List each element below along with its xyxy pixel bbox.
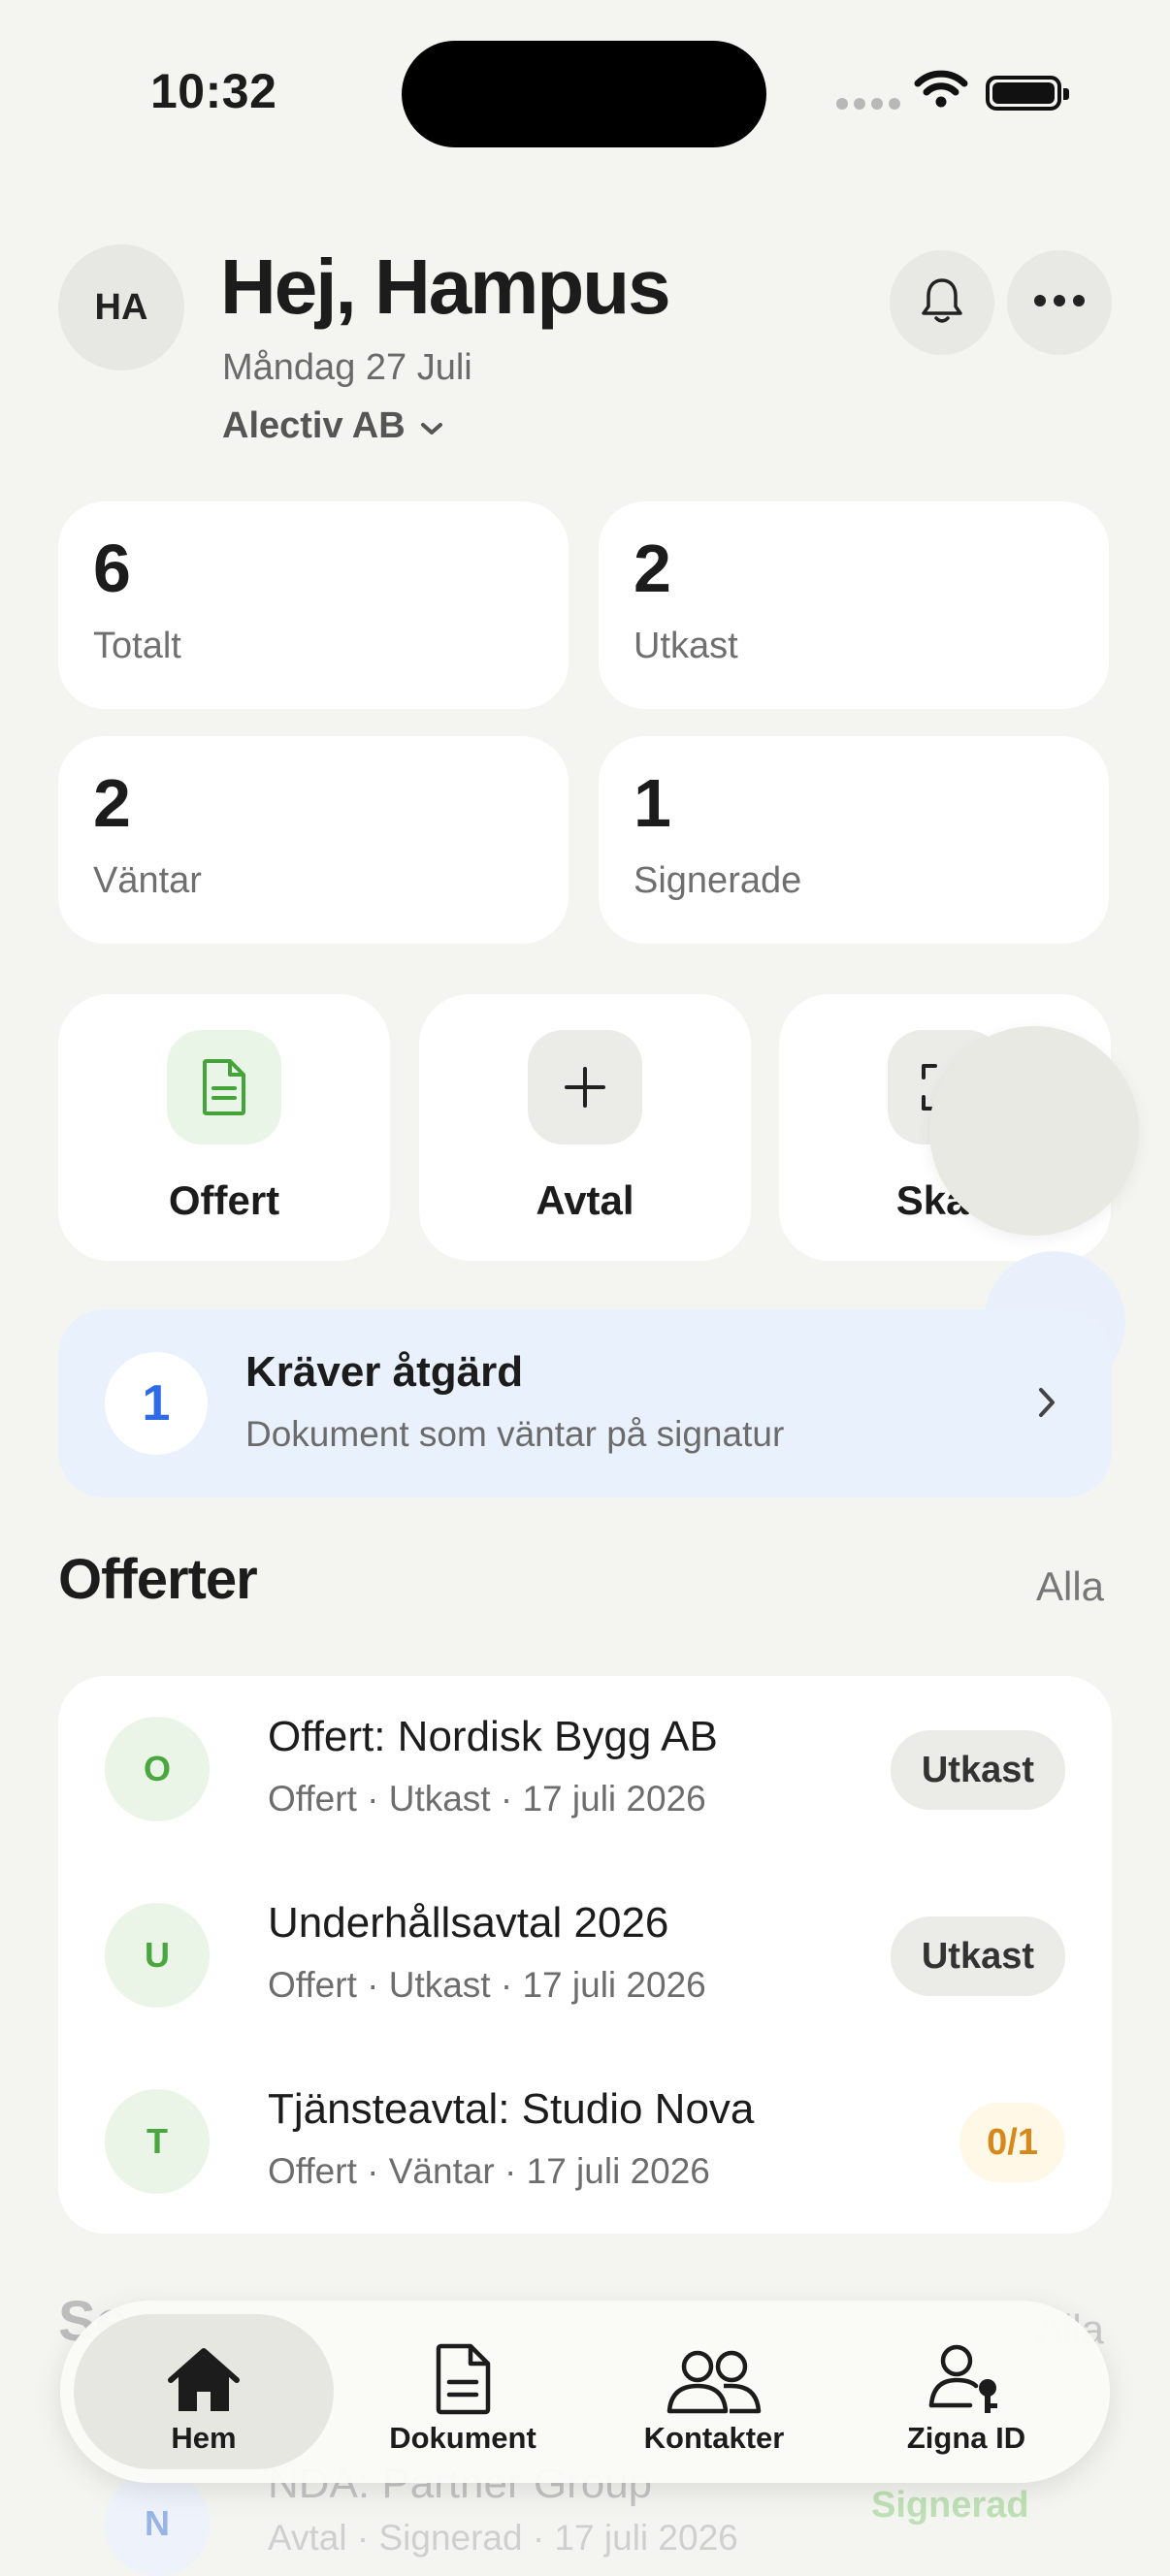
item-avatar: O — [105, 1717, 210, 1821]
more-options-button[interactable] — [1007, 250, 1112, 355]
tab-label: Dokument — [389, 2421, 536, 2455]
current-date: Måndag 27 Juli — [222, 347, 472, 388]
company-name: Alectiv AB — [222, 405, 406, 446]
action-label: Offert — [168, 1177, 280, 1223]
stat-value: 2 — [634, 531, 671, 606]
see-all-offers-link[interactable]: Alla — [1036, 1563, 1104, 1610]
stat-value: 2 — [93, 765, 131, 841]
banner-subtitle: Dokument som väntar på signatur — [245, 1414, 785, 1454]
stat-label: Signerade — [634, 860, 802, 901]
tab-label: Kontakter — [643, 2421, 785, 2455]
stat-card-signed[interactable]: 1 Signerade — [599, 736, 1109, 944]
notifications-button[interactable] — [890, 250, 994, 355]
avatar[interactable]: HA — [58, 244, 184, 370]
action-required-banner[interactable]: 1 Kräver åtgärd Dokument som väntar på s… — [58, 1309, 1112, 1497]
list-item[interactable]: T Tjänsteavtal: Studio Nova Offert · Vän… — [58, 2048, 1112, 2235]
contacts-icon — [666, 2337, 763, 2415]
tab-zigna-id[interactable]: Zigna ID — [836, 2314, 1096, 2469]
item-meta: Offert · Utkast · 17 juli 2026 — [268, 1965, 706, 2005]
document-icon — [167, 1030, 281, 1144]
stat-label: Utkast — [634, 626, 738, 666]
action-count-badge: 1 — [105, 1352, 208, 1455]
stat-value: 6 — [93, 531, 131, 606]
battery-icon — [986, 76, 1069, 111]
tab-bar: Hem Dokument Kontakter Zigna ID — [60, 2301, 1110, 2483]
home-icon — [165, 2337, 243, 2415]
bell-icon — [918, 274, 966, 332]
item-avatar: T — [105, 2089, 210, 2194]
stat-card-total[interactable]: 6 Totalt — [58, 501, 569, 709]
offers-list: O Offert: Nordisk Bygg AB Offert · Utkas… — [58, 1676, 1112, 2234]
status-time: 10:32 — [150, 64, 277, 118]
document-icon — [434, 2337, 492, 2415]
plus-icon — [528, 1030, 642, 1144]
ellipsis-icon — [1033, 294, 1086, 312]
status-badge: Utkast — [890, 1916, 1065, 1996]
action-label: Avtal — [536, 1177, 634, 1223]
tab-label: Hem — [171, 2421, 237, 2455]
signature-progress-badge: 0/1 — [959, 2103, 1065, 2182]
new-offer-button[interactable]: Offert — [58, 994, 390, 1261]
stat-label: Väntar — [93, 860, 202, 901]
new-contract-button[interactable]: Avtal — [419, 994, 751, 1261]
tab-documents[interactable]: Dokument — [333, 2314, 593, 2469]
item-avatar: U — [105, 1903, 210, 2008]
item-avatar: N — [105, 2471, 210, 2576]
wifi-icon — [914, 70, 968, 113]
item-meta: Offert · Väntar · 17 juli 2026 — [268, 2151, 710, 2191]
chevron-down-icon — [419, 405, 444, 447]
touch-indicator — [929, 1026, 1139, 1236]
item-title: Offert: Nordisk Bygg AB — [268, 1713, 718, 1760]
stat-card-drafts[interactable]: 2 Utkast — [599, 501, 1109, 709]
status-badge: Utkast — [890, 1730, 1065, 1810]
chevron-right-icon — [1036, 1385, 1057, 1425]
id-key-icon — [927, 2337, 1005, 2415]
cellular-signal-icon — [836, 97, 906, 114]
tab-label: Zigna ID — [906, 2421, 1026, 2455]
section-title-offers: Offerter — [58, 1548, 258, 1611]
page-title: Hej, Hampus — [220, 243, 671, 330]
item-meta: Offert · Utkast · 17 juli 2026 — [268, 1779, 706, 1819]
stat-label: Totalt — [93, 626, 181, 666]
dynamic-island — [402, 41, 766, 147]
stat-card-waiting[interactable]: 2 Väntar — [58, 736, 569, 944]
tab-contacts[interactable]: Kontakter — [584, 2314, 844, 2469]
item-title: Tjänsteavtal: Studio Nova — [268, 2085, 755, 2133]
banner-title: Kräver åtgärd — [245, 1348, 524, 1396]
status-badge: Signerad — [871, 2485, 1029, 2526]
item-meta: Avtal · Signerad · 17 juli 2026 — [268, 2518, 738, 2558]
tab-home[interactable]: Hem — [74, 2314, 334, 2469]
item-title: Underhållsavtal 2026 — [268, 1899, 669, 1947]
list-item[interactable]: O Offert: Nordisk Bygg AB Offert · Utkas… — [58, 1676, 1112, 1862]
list-item[interactable]: U Underhållsavtal 2026 Offert · Utkast ·… — [58, 1862, 1112, 2048]
company-switcher[interactable]: Alectiv AB — [222, 405, 444, 447]
stat-value: 1 — [634, 765, 671, 841]
